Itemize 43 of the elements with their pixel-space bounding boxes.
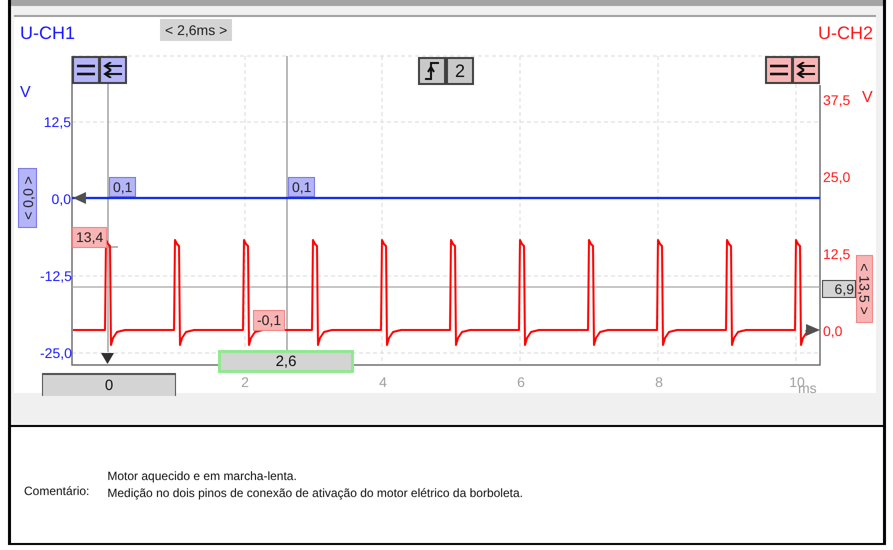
comment-text: Medição no dois pinos de conexão de ativação do motor elétrico da borboleta. bbox=[107, 485, 523, 502]
cursor-value: -0,1 bbox=[253, 310, 286, 331]
axis-label: 12,5 bbox=[823, 247, 850, 261]
axis-label: 2 bbox=[240, 375, 250, 389]
axis-label: 12,5 bbox=[42, 115, 71, 129]
axis-label: 8 bbox=[654, 375, 664, 389]
shift-button[interactable] bbox=[792, 56, 820, 84]
comment-text: Motor aquecido e em marcha-lenta. bbox=[107, 468, 298, 485]
axis-label: 25,0 bbox=[823, 170, 850, 184]
offset-button[interactable]: < 13,5 > bbox=[856, 255, 873, 323]
ground-marker-icon bbox=[73, 192, 86, 204]
shift-button[interactable] bbox=[99, 56, 127, 84]
level-marker: 6,9 bbox=[822, 280, 856, 298]
axis-label: -25,0 bbox=[40, 346, 71, 360]
cursor-position: 0 bbox=[42, 373, 176, 396]
channel-title: U-CH2 bbox=[818, 24, 873, 42]
rising-edge-icon bbox=[424, 61, 440, 81]
unit-label: V bbox=[862, 90, 873, 106]
cursor-position: 2,6 bbox=[218, 350, 354, 373]
arrows-icon bbox=[103, 62, 123, 78]
equals-icon bbox=[769, 62, 789, 78]
scale-button[interactable] bbox=[72, 56, 100, 84]
axis-label: 0,0 bbox=[50, 192, 71, 206]
time-span-button[interactable]: < 2,6ms > bbox=[160, 19, 232, 41]
offset-button[interactable]: < 0,0 > bbox=[18, 168, 37, 228]
trigger-marker-icon bbox=[101, 353, 114, 364]
equals-icon bbox=[76, 62, 96, 78]
axis-label: 0,0 bbox=[823, 324, 842, 338]
comment-label: Comentário: bbox=[24, 483, 90, 500]
arrows-icon bbox=[796, 62, 816, 78]
cursor-value: 0,1 bbox=[288, 177, 316, 197]
trigger-edge-button[interactable] bbox=[418, 57, 446, 85]
channel-title: U-CH1 bbox=[20, 24, 76, 42]
cursor-value: 0,1 bbox=[109, 177, 136, 197]
axis-label: -12,5 bbox=[40, 269, 71, 283]
ground-marker-icon bbox=[806, 324, 820, 336]
axis-label: 6 bbox=[516, 375, 526, 389]
axis-label: 4 bbox=[378, 375, 388, 389]
axis-label: 37,5 bbox=[823, 93, 850, 107]
cursor-value: 13,4 bbox=[72, 227, 108, 248]
trigger-channel-button[interactable]: 2 bbox=[446, 57, 474, 85]
scale-button[interactable] bbox=[765, 56, 793, 84]
unit-label: V bbox=[20, 85, 31, 101]
